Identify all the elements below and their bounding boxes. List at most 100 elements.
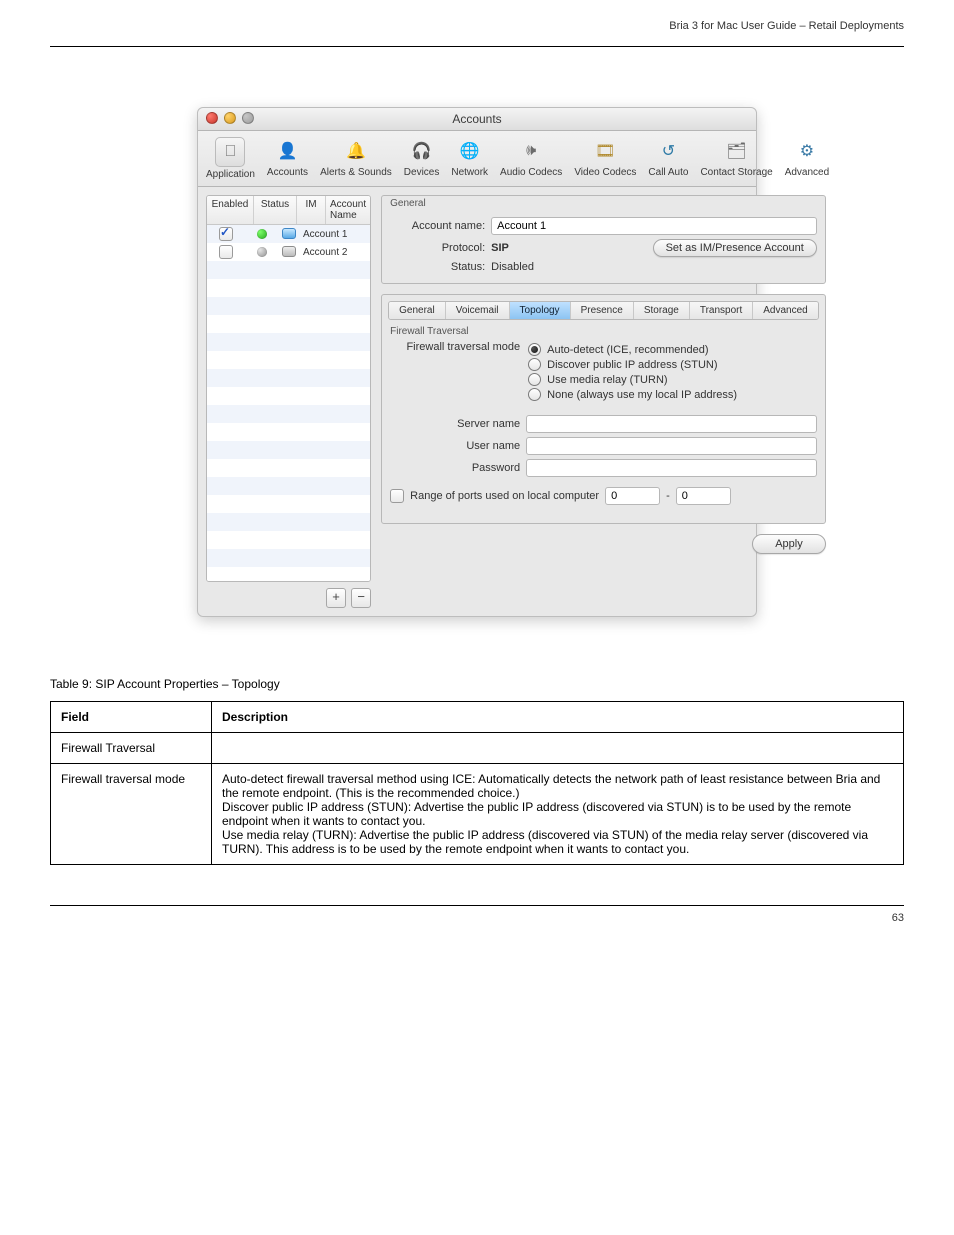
toolbar-alerts-sounds[interactable]: 🔔Alerts & Sounds [314, 137, 398, 184]
contact-storage-icon: 🗂 [723, 137, 751, 165]
table-row[interactable] [207, 495, 370, 513]
status-label: Status: [390, 261, 491, 273]
table-row[interactable]: Account 1 [207, 225, 370, 243]
tab-transport[interactable]: Transport [690, 302, 753, 319]
tab-advanced[interactable]: Advanced [753, 302, 817, 319]
toolbar-network[interactable]: 🌐Network [445, 137, 494, 184]
radio-icon[interactable] [528, 388, 541, 401]
table-cell: Firewall Traversal [51, 733, 212, 764]
header-rule [50, 46, 904, 47]
table-row[interactable] [207, 405, 370, 423]
firewall-mode-option[interactable]: Auto-detect (ICE, recommended) [528, 343, 817, 356]
tab-general[interactable]: General [389, 302, 446, 319]
toolbar-label: Accounts [267, 167, 308, 178]
tabbed-group: GeneralVoicemailTopologyPresenceStorageT… [381, 294, 826, 524]
toolbar-label: Contact Storage [700, 167, 772, 178]
table-row[interactable] [207, 441, 370, 459]
toolbar-contact-storage[interactable]: 🗂 Contact Storage [694, 137, 778, 184]
table-cell [212, 733, 904, 764]
table-row[interactable] [207, 297, 370, 315]
col-account-name[interactable]: Account Name [326, 196, 370, 224]
window-title: Accounts [198, 112, 756, 126]
accounts-table-header: Enabled Status IM Account Name [207, 196, 370, 225]
apply-button[interactable]: Apply [752, 534, 826, 554]
password-field[interactable] [526, 459, 817, 477]
properties-table: FieldDescription Firewall TraversalFirew… [50, 701, 904, 865]
table-row[interactable] [207, 513, 370, 531]
radio-icon[interactable] [528, 358, 541, 371]
tab-storage[interactable]: Storage [634, 302, 690, 319]
port-to-field[interactable] [676, 487, 731, 505]
set-im-presence-button[interactable]: Set as IM/Presence Account [653, 239, 817, 257]
password-label: Password [390, 462, 526, 474]
tab-presence[interactable]: Presence [571, 302, 634, 319]
table-row[interactable] [207, 477, 370, 495]
radio-label: Discover public IP address (STUN) [547, 359, 717, 371]
toolbar-label: Alerts & Sounds [320, 167, 392, 178]
col-status[interactable]: Status [254, 196, 297, 224]
toolbar-label: Audio Codecs [500, 167, 562, 178]
im-icon [282, 228, 296, 239]
table-header-cell: Field [51, 702, 212, 733]
table-row[interactable] [207, 369, 370, 387]
col-im[interactable]: IM [297, 196, 326, 224]
server-name-label: Server name [390, 418, 526, 430]
table-row: Firewall Traversal [51, 733, 904, 764]
table-row[interactable] [207, 567, 370, 582]
server-name-field[interactable] [526, 415, 817, 433]
toolbar-devices[interactable]: 🎧Devices [398, 137, 446, 184]
table-cell: Auto-detect firewall traversal method us… [212, 764, 904, 865]
toolbar-call-auto[interactable]: ↺Call Auto [642, 137, 694, 184]
protocol-value: SIP [491, 242, 509, 254]
enabled-checkbox[interactable] [219, 245, 233, 259]
general-title: General [390, 196, 833, 213]
firewall-mode-option[interactable]: Discover public IP address (STUN) [528, 358, 817, 371]
account-name-field[interactable] [491, 217, 817, 235]
col-enabled[interactable]: Enabled [207, 196, 254, 224]
table-row[interactable] [207, 279, 370, 297]
table-row[interactable] [207, 351, 370, 369]
add-account-button[interactable]: + [326, 588, 346, 608]
port-range-checkbox[interactable] [390, 489, 404, 503]
status-dot-icon [257, 229, 267, 239]
toolbar-label: Call Auto [648, 167, 688, 178]
prefs-toolbar: ⎕Application👤Accounts🔔Alerts & Sounds🎧De… [198, 131, 756, 187]
radio-label: None (always use my local IP address) [547, 389, 737, 401]
toolbar-label: Advanced [785, 167, 829, 178]
toolbar-application[interactable]: ⎕Application [200, 137, 261, 184]
table-row[interactable] [207, 261, 370, 279]
table-cell: Firewall traversal mode [51, 764, 212, 865]
table-row[interactable] [207, 459, 370, 477]
radio-icon[interactable] [528, 373, 541, 386]
table-row[interactable]: Account 2 [207, 243, 370, 261]
advanced-icon: ⚙ [793, 137, 821, 165]
firewall-mode-option[interactable]: None (always use my local IP address) [528, 388, 817, 401]
doc-header: Bria 3 for Mac User Guide – Retail Deplo… [50, 20, 904, 32]
footer-rule [50, 905, 904, 906]
toolbar-accounts[interactable]: 👤Accounts [261, 137, 314, 184]
radio-label: Use media relay (TURN) [547, 374, 667, 386]
firewall-mode-option[interactable]: Use media relay (TURN) [528, 373, 817, 386]
tab-voicemail[interactable]: Voicemail [446, 302, 510, 319]
general-group: General Account name: Protocol: SIP Set … [381, 195, 826, 284]
status-dot-icon [257, 247, 267, 257]
table-row[interactable] [207, 315, 370, 333]
table-row[interactable] [207, 387, 370, 405]
toolbar-video-codecs[interactable]: 🎞Video Codecs [568, 137, 642, 184]
accounts-window: Accounts ⎕Application👤Accounts🔔Alerts & … [197, 107, 757, 617]
radio-icon[interactable] [528, 343, 541, 356]
table-caption: Table 9: SIP Account Properties – Topolo… [50, 677, 904, 691]
table-row[interactable] [207, 549, 370, 567]
table-row[interactable] [207, 333, 370, 351]
port-from-field[interactable] [605, 487, 660, 505]
user-name-field[interactable] [526, 437, 817, 455]
tab-topology[interactable]: Topology [510, 302, 571, 319]
port-dash: - [666, 490, 670, 502]
toolbar-audio-codecs[interactable]: 🕪 Audio Codecs [494, 137, 568, 184]
remove-account-button[interactable]: − [351, 588, 371, 608]
enabled-checkbox[interactable] [219, 227, 233, 241]
audio-codecs-icon: 🕪 [517, 137, 545, 165]
toolbar-advanced[interactable]: ⚙ Advanced [779, 137, 835, 184]
table-row[interactable] [207, 531, 370, 549]
table-row[interactable] [207, 423, 370, 441]
